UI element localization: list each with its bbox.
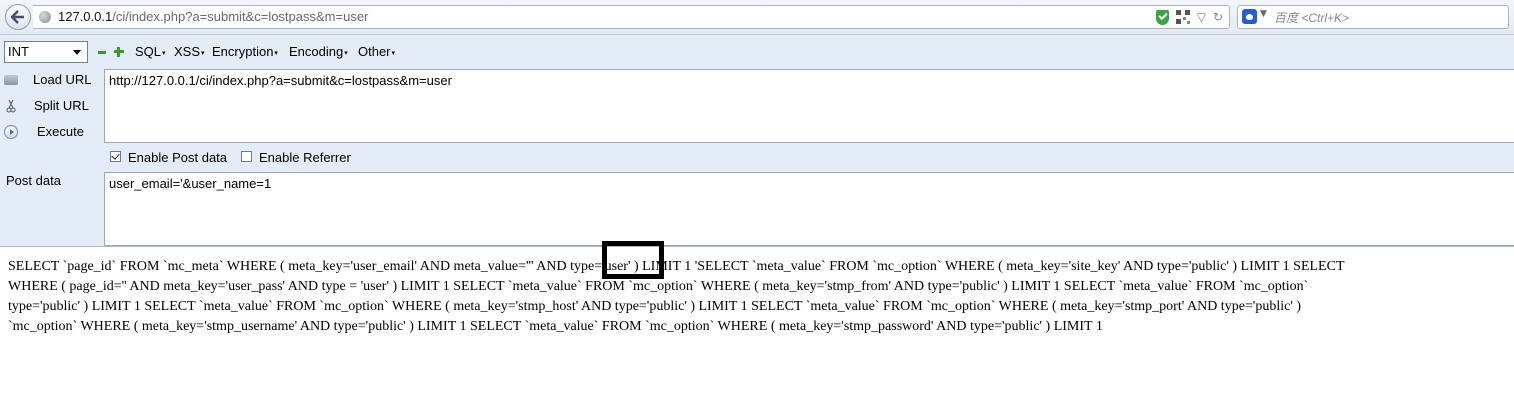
post-data-label: Post data: [6, 173, 61, 188]
menu-xss[interactable]: XSS▾: [174, 44, 205, 59]
execute-icon: [4, 125, 18, 139]
menu-sql[interactable]: SQL▾: [135, 44, 166, 59]
address-path: /ci/index.php?a=submit&c=lostpass&m=user: [112, 9, 369, 24]
decrease-icon[interactable]: [98, 51, 106, 54]
address-host: 127.0.0.1: [58, 9, 113, 24]
output-line: SELECT `page_id` FROM `mc_meta` WHERE ( …: [8, 259, 1345, 274]
split-url-label: Split URL: [34, 98, 89, 113]
load-url-label: Load URL: [33, 72, 92, 87]
dropdown-arrow-icon[interactable]: ▽: [1197, 9, 1206, 25]
highlight-annotation-box: [602, 241, 664, 279]
back-button[interactable]: [5, 4, 31, 30]
menu-encryption[interactable]: Encryption▾: [212, 44, 278, 59]
output-line: type='public' ) LIMIT 1 SELECT `meta_val…: [8, 299, 1302, 314]
baidu-paw-icon[interactable]: [1242, 9, 1257, 24]
menu-arrow-icon: ▾: [201, 50, 205, 57]
chevron-down-icon: [73, 50, 81, 55]
search-bar[interactable]: ▼ 百度 <Ctrl+K>: [1237, 5, 1509, 29]
load-url-icon: [4, 75, 18, 85]
globe-icon: [39, 11, 51, 23]
security-shield-icon[interactable]: [1155, 9, 1169, 25]
output-line: `mc_option` WHERE ( meta_key='stmp_usern…: [8, 319, 1103, 334]
enable-post-label: Enable Post data: [128, 150, 228, 165]
post-data-textarea[interactable]: user_email='&user_name=1: [104, 172, 1514, 246]
hackbar-panel: INT SQL▾ XSS▾ Encryption▾ Encoding▾ Othe…: [0, 35, 1514, 247]
search-engine-dropdown-icon[interactable]: ▼: [1260, 9, 1267, 19]
execute-button[interactable]: Execute: [0, 121, 100, 143]
menu-other[interactable]: Other▾: [358, 44, 395, 59]
load-url-button[interactable]: Load URL: [0, 69, 100, 91]
scissors-icon: [6, 99, 16, 113]
enable-referrer-check-icon[interactable]: [241, 151, 252, 162]
url-textarea[interactable]: http://127.0.0.1/ci/index.php?a=submit&c…: [104, 69, 1514, 143]
page-output: SELECT `page_id` FROM `mc_meta` WHERE ( …: [8, 257, 1514, 337]
menu-arrow-icon: ▾: [274, 50, 278, 57]
split-url-button[interactable]: Split URL: [0, 95, 100, 117]
address-bar-icons: ▽ ↻: [1155, 9, 1223, 25]
enable-referrer-label: Enable Referrer: [259, 150, 351, 165]
reload-icon[interactable]: ↻: [1213, 9, 1223, 25]
menu-arrow-icon: ▾: [391, 50, 396, 57]
execute-label: Execute: [37, 124, 84, 139]
search-placeholder: 百度 <Ctrl+K>: [1274, 11, 1350, 25]
url-textarea-value: http://127.0.0.1/ci/index.php?a=submit&c…: [109, 73, 452, 88]
address-bar[interactable]: 127.0.0.1/ci/index.php?a=submit&c=lostpa…: [33, 5, 1230, 29]
qr-code-icon[interactable]: [1175, 10, 1190, 24]
address-text[interactable]: 127.0.0.1/ci/index.php?a=submit&c=lostpa…: [58, 9, 368, 24]
menu-sql-label: SQL: [135, 44, 162, 59]
hackbar-toolbar: INT SQL▾ XSS▾ Encryption▾ Encoding▾ Othe…: [0, 35, 1514, 69]
type-select-value: INT: [8, 44, 29, 59]
enable-post-check-icon[interactable]: [110, 151, 121, 162]
menu-arrow-icon: ▾: [162, 50, 166, 57]
browser-navbar: 127.0.0.1/ci/index.php?a=submit&c=lostpa…: [0, 0, 1514, 35]
menu-encryption-label: Encryption: [212, 44, 274, 59]
menu-encoding[interactable]: Encoding▾: [289, 44, 348, 59]
menu-arrow-icon: ▾: [344, 50, 348, 57]
type-select[interactable]: INT: [4, 41, 88, 63]
post-data-value: user_email='&user_name=1: [109, 176, 272, 191]
menu-other-label: Other: [358, 44, 391, 59]
menu-encoding-label: Encoding: [289, 44, 344, 59]
output-line: WHERE ( page_id='' AND meta_key='user_pa…: [8, 279, 1309, 294]
back-arrow-icon: [11, 10, 24, 24]
menu-xss-label: XSS: [174, 44, 201, 59]
increase-icon[interactable]: [114, 47, 124, 57]
